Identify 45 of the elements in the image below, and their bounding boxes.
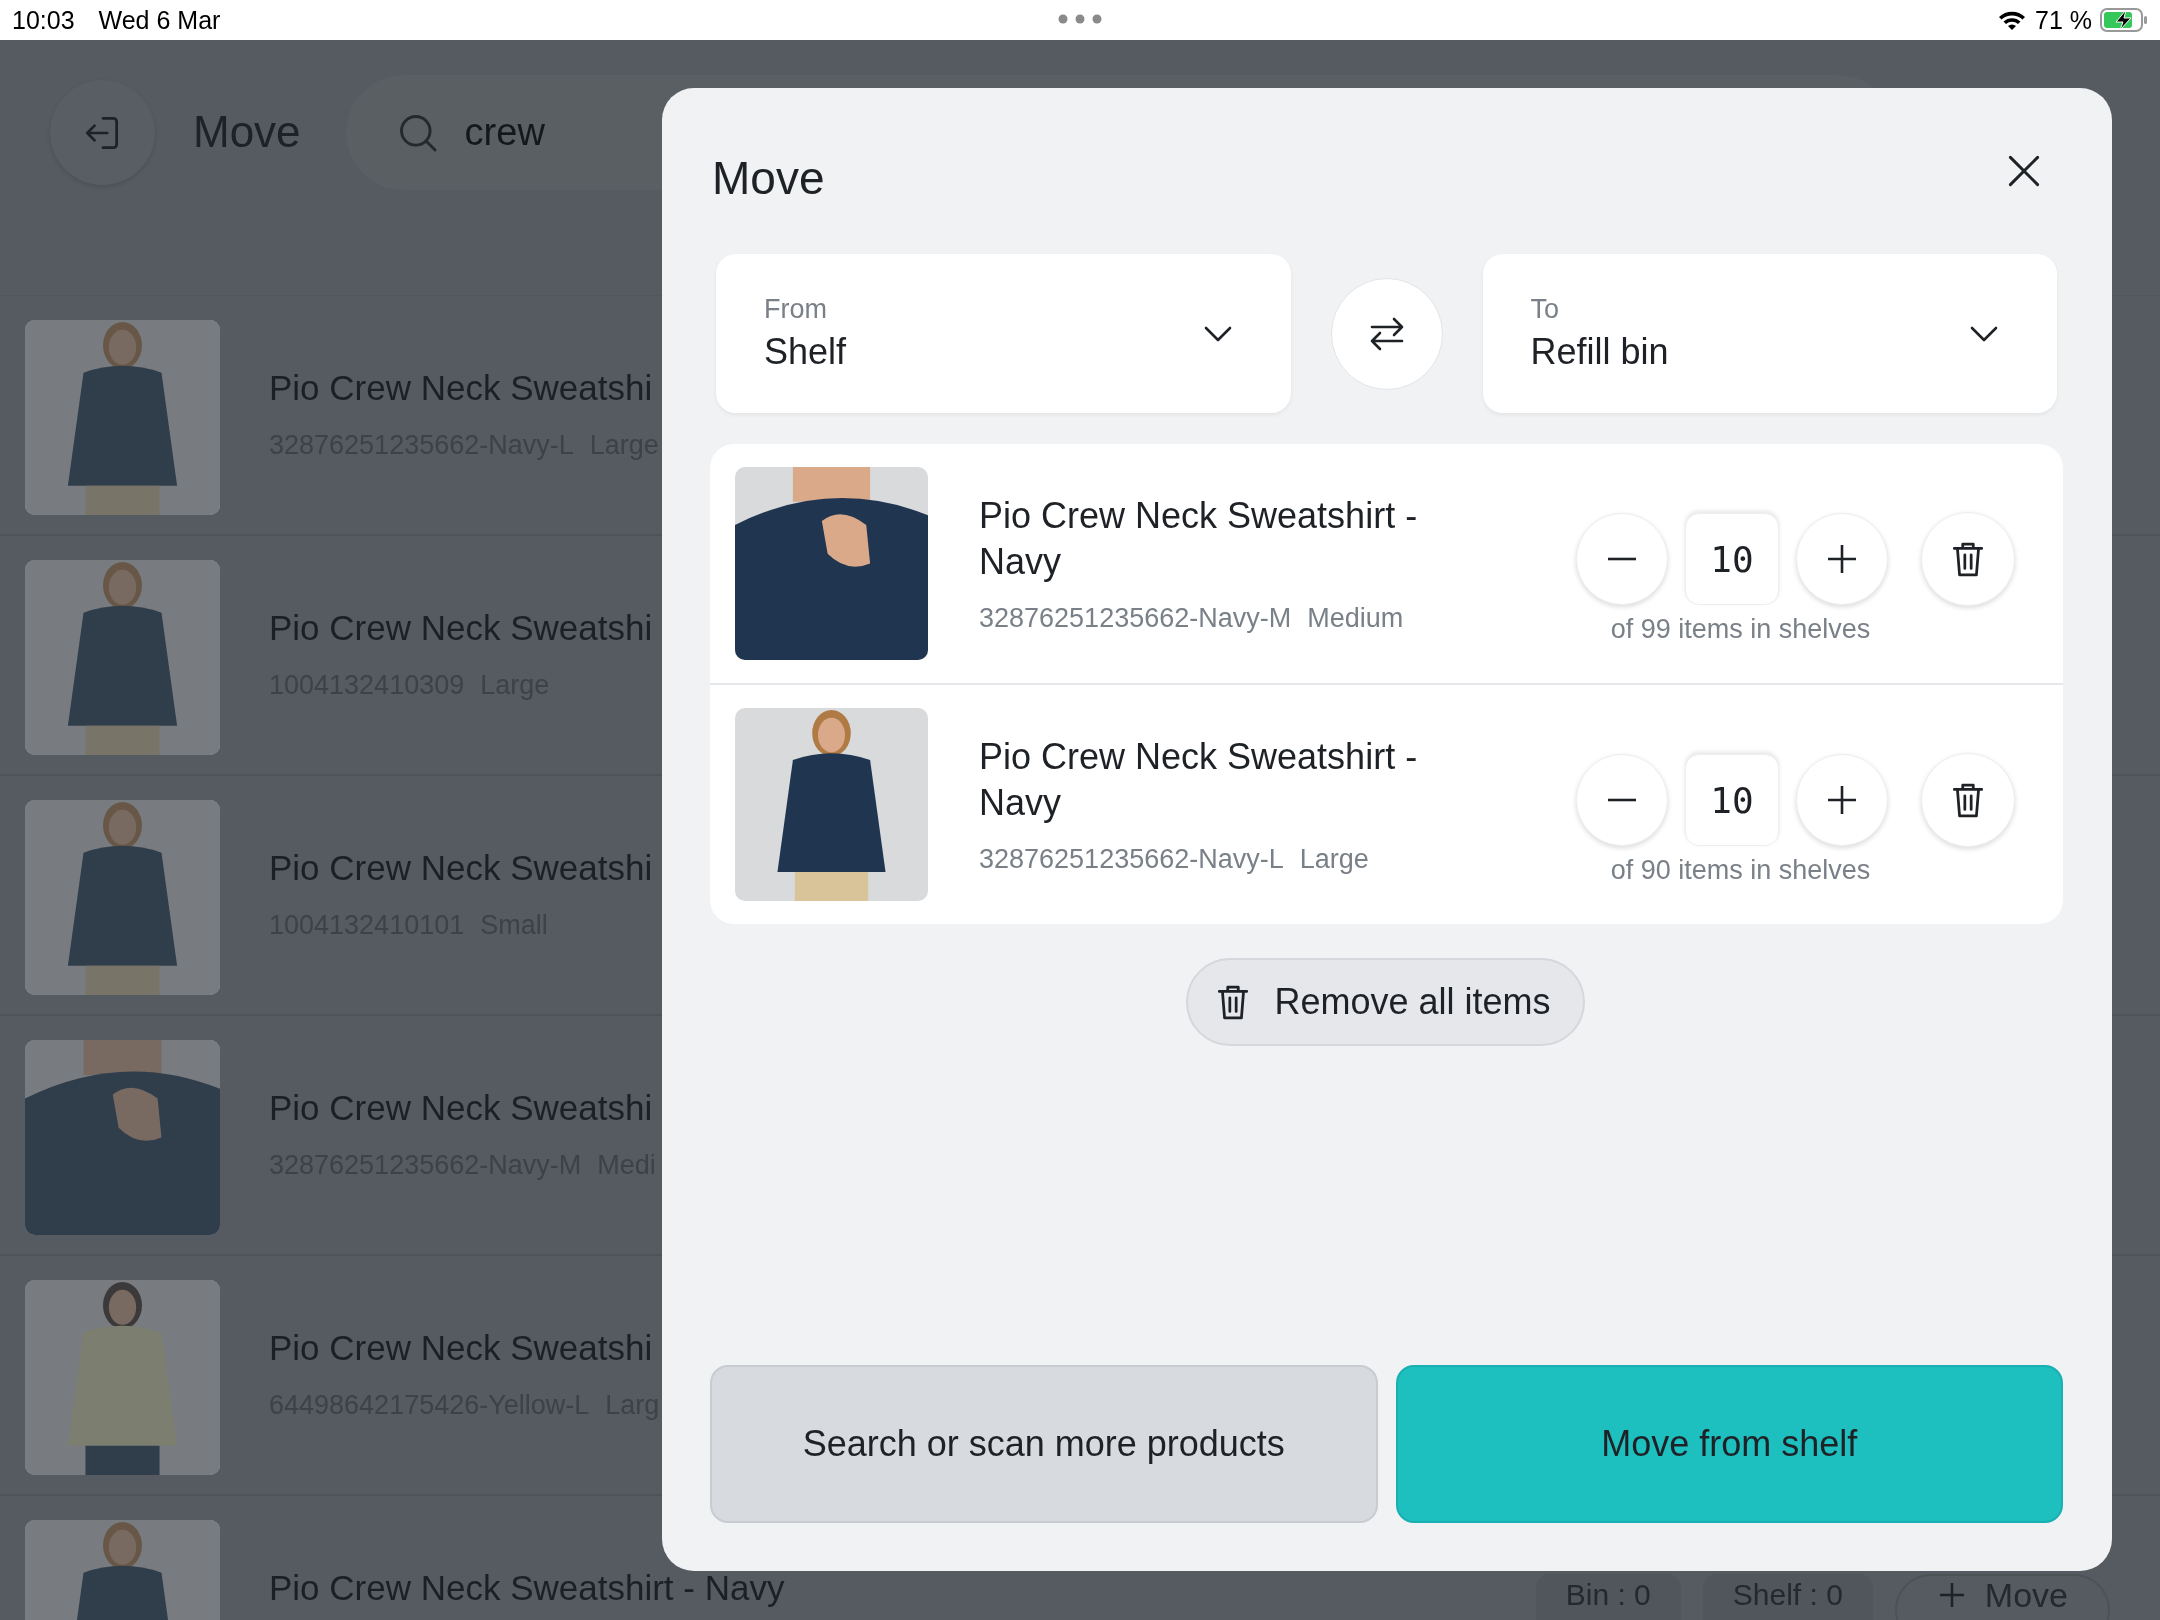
product-title: Pio Crew Neck Sweatshi: [269, 1088, 654, 1128]
quantity-field[interactable]: 10: [1685, 513, 1779, 605]
product-title: Pio Crew Neck Sweatshi: [269, 848, 653, 888]
stock-text: of 99 items in shelves: [1610, 614, 1871, 645]
increase-button[interactable]: [1796, 513, 1888, 605]
minus-icon: [1607, 557, 1637, 561]
from-dropdown[interactable]: From Shelf: [716, 254, 1291, 413]
product-name: Pio Crew Neck Sweatshirt - Navy: [979, 494, 1419, 584]
product-sku: 32876251235662-Navy-M: [979, 603, 1292, 634]
status-time: 10:03: [12, 5, 75, 35]
delete-button[interactable]: [1921, 512, 2015, 606]
product-sku: 32876251235662-Navy-L: [979, 844, 1284, 875]
trash-icon: [1951, 540, 1985, 578]
stock-text: of 90 items in shelves: [1610, 855, 1871, 886]
page-title: Move: [193, 107, 301, 157]
dialog-title: Move: [712, 151, 825, 205]
product-size: Large: [1299, 844, 1369, 875]
minus-icon: [1607, 798, 1637, 802]
product-title: Pio Crew Neck Sweatshi: [269, 1328, 654, 1368]
close-icon[interactable]: [2007, 154, 2041, 188]
trash-icon: [1216, 983, 1251, 1021]
chevron-down-icon: [1202, 324, 1233, 343]
chevron-down-icon: [1969, 324, 1999, 343]
product-name: Pio Crew Neck Sweatshirt - Navy: [979, 735, 1419, 825]
battery-charging-icon: [2100, 8, 2148, 32]
product-title: Pio Crew Neck Sweatshi: [269, 608, 653, 648]
multitasking-dots-icon: [1058, 14, 1102, 24]
delete-button[interactable]: [1921, 753, 2015, 847]
move-button[interactable]: Move from shelf: [1395, 1365, 2063, 1523]
decrease-button[interactable]: [1576, 754, 1668, 846]
to-dropdown[interactable]: To Refill bin: [1482, 254, 2057, 413]
search-products-button[interactable]: Search or scan more products: [710, 1365, 1378, 1523]
plus-icon: [1827, 544, 1857, 574]
decrease-button[interactable]: [1576, 513, 1668, 605]
increase-button[interactable]: [1796, 754, 1888, 846]
trash-icon: [1951, 781, 1985, 819]
status-date: Wed 6 Mar: [98, 5, 221, 35]
battery-percent: 71 %: [2035, 5, 2092, 35]
product-title: Pio Crew Neck Sweatshirt - Navy: [269, 1568, 785, 1608]
remove-all-button[interactable]: Remove all items: [1186, 958, 1585, 1046]
plus-icon: [1827, 785, 1857, 815]
product-size: Medium: [1307, 603, 1404, 634]
wifi-icon: [1997, 9, 2027, 31]
product-title: Pio Crew Neck Sweatshi: [269, 368, 654, 408]
quantity-field[interactable]: 10: [1685, 754, 1779, 846]
